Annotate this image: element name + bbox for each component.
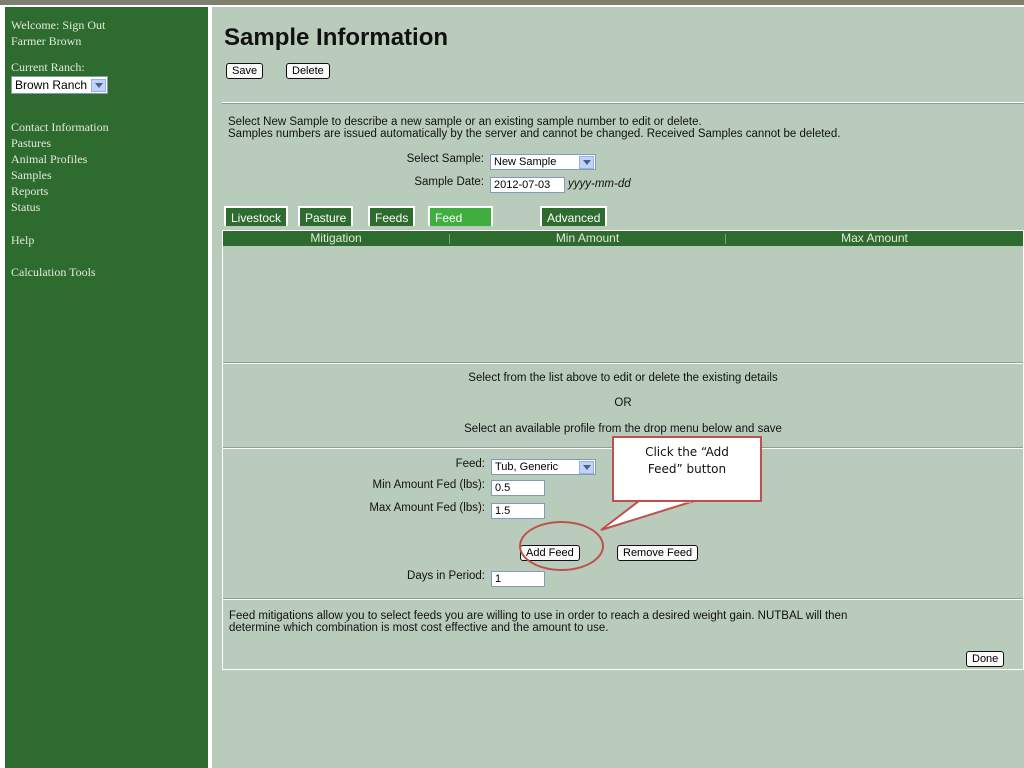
sidebar-item-reports[interactable]: Reports [11, 183, 109, 199]
tab-pasture[interactable]: Pasture [298, 206, 354, 226]
welcome-block: Welcome: Sign Out Farmer Brown [11, 17, 105, 49]
user-name: Farmer Brown [11, 34, 82, 48]
days-in-period-label: Days in Period: [407, 570, 485, 582]
select-sample-dropdown[interactable]: New Sample [490, 154, 596, 170]
divider [223, 362, 1023, 364]
sample-date-format-hint: yyyy-mm-dd [568, 178, 631, 190]
or-text: OR [614, 397, 632, 409]
intro-line-2: Samples numbers are issued automatically… [228, 128, 841, 140]
highlight-circle [519, 521, 604, 571]
tab-livestock[interactable]: Livestock [224, 206, 289, 226]
min-amount-label: Min Amount Fed (lbs): [372, 479, 485, 491]
select-sample-value: New Sample [494, 156, 557, 168]
intro-line-1: Select New Sample to describe a new samp… [228, 116, 702, 128]
select-sample-label: Select Sample: [406, 153, 484, 165]
page-title: Sample Information [224, 24, 449, 51]
tab-advanced[interactable]: Advanced [540, 206, 608, 226]
sidebar-item-calculation-tools[interactable]: Calculation Tools [11, 264, 96, 280]
chevron-down-icon[interactable] [579, 460, 594, 474]
mitigation-list[interactable] [223, 246, 1023, 362]
main-content: Sample Information Save Delete Select Ne… [212, 7, 1024, 768]
column-header-max-amount: Max Amount [841, 231, 908, 245]
sidebar: Welcome: Sign Out Farmer Brown Current R… [5, 7, 208, 768]
max-amount-label: Max Amount Fed (lbs): [369, 502, 485, 514]
sample-date-label: Sample Date: [414, 176, 484, 188]
chevron-down-icon[interactable] [579, 155, 594, 169]
divider [222, 102, 1024, 104]
column-header-mitigation: Mitigation [310, 231, 362, 245]
sample-date-input[interactable]: 2012-07-03 [490, 177, 565, 193]
delete-button[interactable]: Delete [286, 63, 330, 79]
help-line-2: determine which combination is most cost… [229, 622, 609, 634]
current-ranch-block: Current Ranch: Brown Ranch [11, 59, 109, 94]
intro-text: Select New Sample to describe a new samp… [228, 116, 1018, 140]
sidebar-item-pastures[interactable]: Pastures [11, 135, 109, 151]
ranch-select-value: Brown Ranch [15, 78, 88, 92]
callout-line-2: Feed” button [647, 462, 727, 476]
current-ranch-label: Current Ranch: [11, 60, 85, 74]
callout-line-1: Click the “Add [645, 445, 729, 459]
days-in-period-input[interactable]: 1 [491, 571, 545, 587]
instruction-edit-text: Select from the list above to edit or de… [468, 372, 778, 384]
help-text: Feed mitigations allow you to select fee… [229, 610, 1019, 634]
annotation-callout: Click the “Add Feed” button [612, 436, 762, 502]
feed-dropdown[interactable]: Tub, Generic [491, 459, 596, 475]
feed-label: Feed: [455, 458, 485, 470]
help-line-1: Feed mitigations allow you to select fee… [229, 610, 848, 622]
sidebar-item-contact-information[interactable]: Contact Information [11, 119, 109, 135]
sidebar-item-animal-profiles[interactable]: Animal Profiles [11, 151, 109, 167]
tab-feeds[interactable]: Feeds [368, 206, 416, 226]
chevron-down-icon[interactable] [91, 78, 107, 92]
instruction-select-text: Select an available profile from the dro… [464, 423, 782, 435]
min-amount-input[interactable]: 0.5 [491, 480, 545, 496]
divider [223, 598, 1023, 600]
feed-dropdown-value: Tub, Generic [495, 461, 559, 473]
column-header-min-amount: Min Amount [555, 231, 620, 245]
remove-feed-button[interactable]: Remove Feed [617, 545, 699, 561]
save-button[interactable]: Save [226, 63, 264, 79]
done-button[interactable]: Done [966, 651, 1005, 667]
table-header: Mitigation Min Amount Max Amount [223, 231, 1023, 246]
sign-out-link[interactable]: Sign Out [62, 18, 105, 32]
ranch-select[interactable]: Brown Ranch [11, 76, 109, 94]
sidebar-item-help[interactable]: Help [11, 232, 34, 248]
sidebar-item-status[interactable]: Status [11, 199, 109, 215]
sidebar-item-samples[interactable]: Samples [11, 167, 109, 183]
top-border [0, 0, 1024, 5]
welcome-label: Welcome: [11, 18, 60, 32]
tab-feed-mitigation[interactable]: Feed Mitigation [428, 206, 494, 245]
max-amount-input[interactable]: 1.5 [491, 503, 545, 519]
sidebar-nav: Contact Information Pastures Animal Prof… [11, 119, 109, 215]
